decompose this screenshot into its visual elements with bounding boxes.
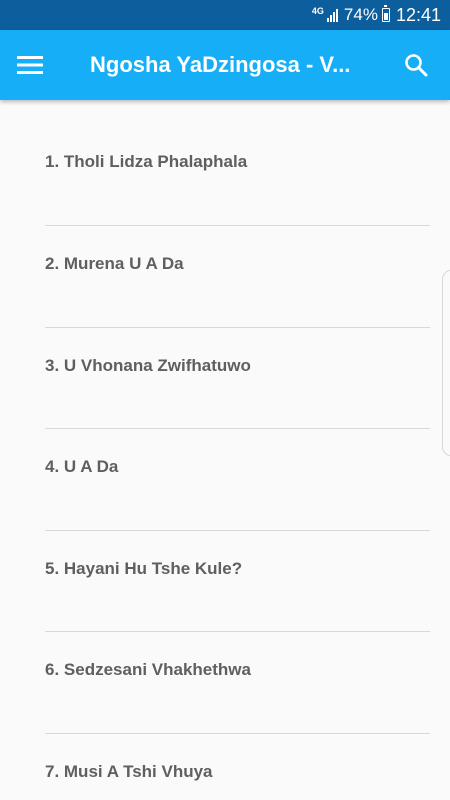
hamburger-menu-icon: [17, 56, 43, 74]
search-icon: [405, 54, 428, 77]
list-item[interactable]: 7. Musi A Tshi Vhuya: [45, 734, 430, 800]
list-item[interactable]: 6. Sedzesani Vhakhethwa: [45, 632, 430, 734]
signal-icon: [326, 8, 338, 22]
scroll-indicator[interactable]: [442, 270, 450, 456]
battery-icon: [381, 5, 390, 22]
list-item-label: 6. Sedzesani Vhakhethwa: [45, 660, 251, 679]
list-item[interactable]: 4. U A Da: [45, 429, 430, 531]
clock: 12:41: [395, 4, 441, 25]
list-item-label: 7. Musi A Tshi Vhuya: [45, 761, 213, 781]
list-item[interactable]: 5. Hayani Hu Tshe Kule?: [45, 531, 430, 632]
list-item[interactable]: 1. Tholi Lidza Phalaphala: [45, 100, 430, 226]
battery-percent: 74%: [343, 5, 378, 24]
app-title: Ngosha YaDzingosa - V...: [90, 52, 351, 77]
list-item-label: 1. Tholi Lidza Phalaphala: [45, 152, 248, 171]
list-item-label: 2. Murena U A Da: [45, 254, 184, 273]
search-button[interactable]: [394, 30, 438, 100]
list-item-label: 4. U A Da: [45, 457, 119, 476]
network-type: 4G: [311, 6, 324, 16]
list-item[interactable]: 2. Murena U A Da: [45, 226, 430, 328]
menu-button[interactable]: [0, 30, 60, 100]
app-bar: Ngosha YaDzingosa - V...: [0, 30, 450, 100]
list-item-label: 3. U Vhonana Zwifhatuwo: [45, 355, 251, 375]
status-bar: 4G 74% 12:41: [0, 0, 450, 30]
song-list: 1. Tholi Lidza Phalaphala 2. Murena U A …: [0, 100, 450, 800]
list-item-label: 5. Hayani Hu Tshe Kule?: [45, 558, 243, 578]
list-item[interactable]: 3. U Vhonana Zwifhatuwo: [45, 328, 430, 429]
